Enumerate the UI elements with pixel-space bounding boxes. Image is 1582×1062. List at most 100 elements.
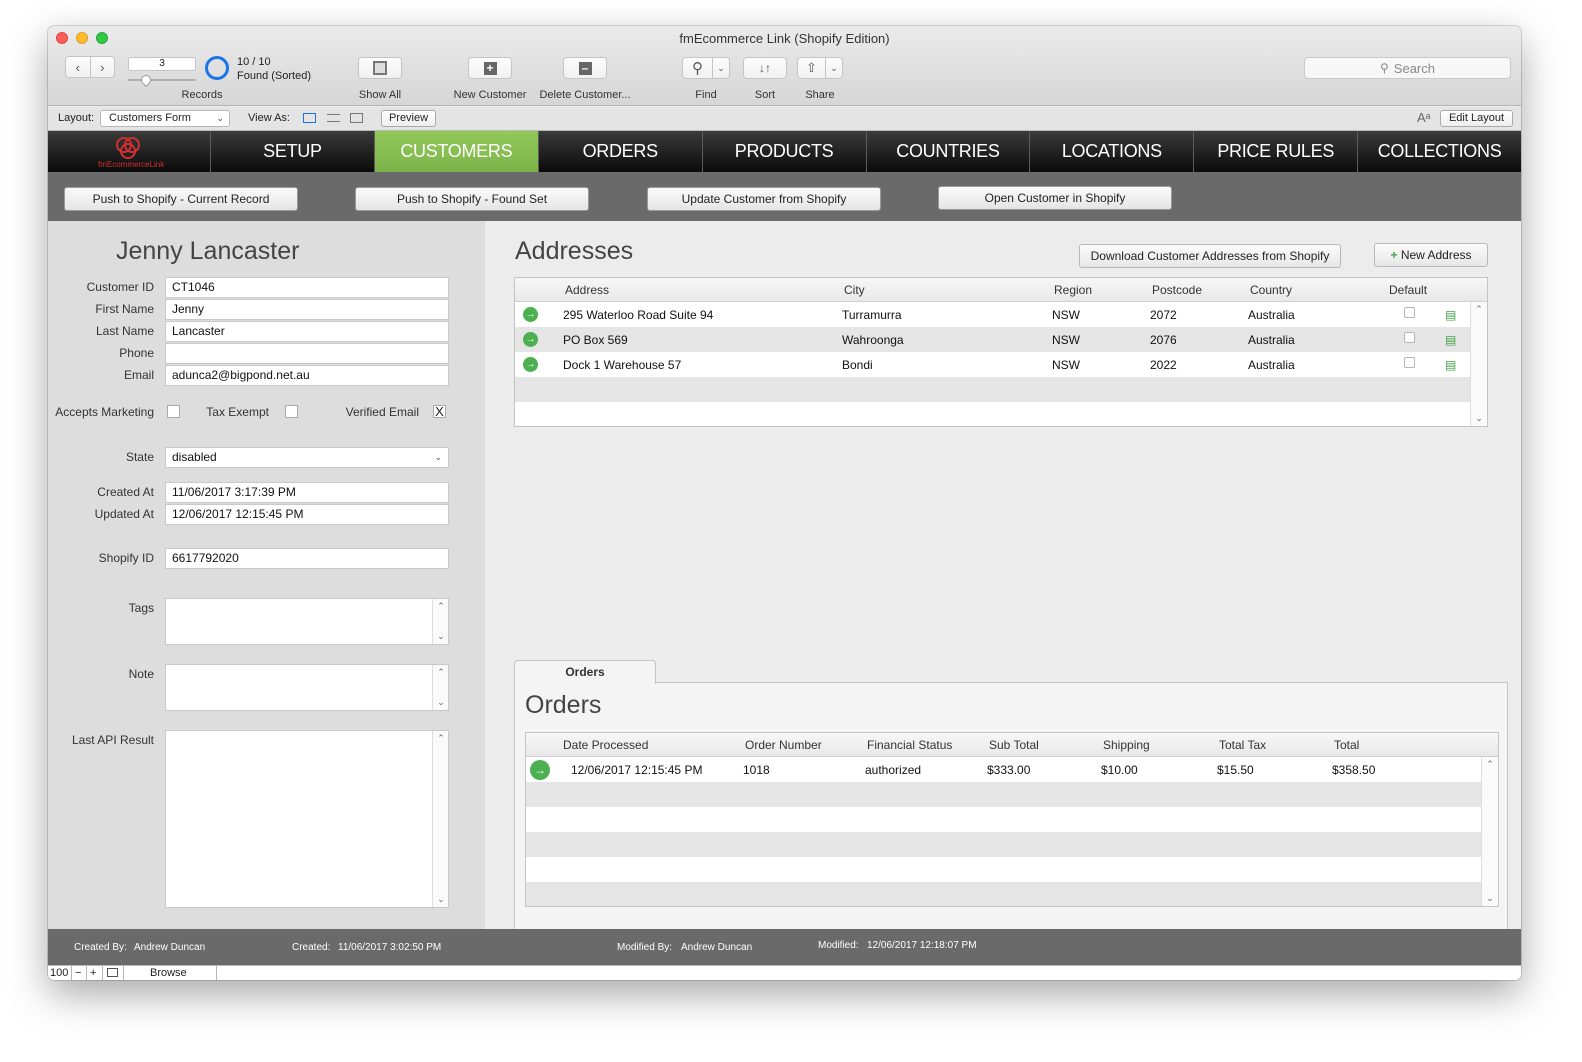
accepts-marketing-checkbox[interactable] xyxy=(167,405,180,418)
share-icon: ⇧ xyxy=(806,60,817,75)
share-menu-chevron-icon[interactable]: ⌄ xyxy=(826,63,842,74)
tab-price-rules[interactable]: PRICE RULES xyxy=(1194,131,1359,172)
tab-orders[interactable]: ORDERS xyxy=(539,131,703,172)
modified-by-value: Andrew Duncan xyxy=(681,942,753,953)
push-current-record-button[interactable]: Push to Shopify - Current Record xyxy=(64,187,298,211)
record-footer: Created By: Andrew Duncan Created: 11/06… xyxy=(48,929,1521,965)
addresses-scrollbar[interactable]: ⌃ ⌄ xyxy=(1470,302,1487,426)
table-row[interactable]: → Dock 1 Warehouse 57 Bondi NSW 2022 Aus… xyxy=(515,352,1470,377)
tab-orders-panel[interactable]: Orders xyxy=(514,660,656,684)
col-region: Region xyxy=(1054,283,1093,297)
zoom-level[interactable]: 100 xyxy=(50,967,68,979)
trash-icon[interactable]: ▤ xyxy=(1445,334,1457,347)
new-customer-label: New Customer xyxy=(453,89,527,101)
go-arrow-icon[interactable]: → xyxy=(530,760,550,780)
orders-tab-body: Orders Date Processed Order Number Finan… xyxy=(514,682,1508,935)
go-arrow-icon[interactable]: → xyxy=(523,357,538,372)
country-cell: Australia xyxy=(1248,358,1295,372)
tab-setup[interactable]: SETUP xyxy=(211,131,375,172)
city-cell: Turramurra xyxy=(842,308,902,322)
text-format-icon[interactable]: Aᵃ xyxy=(1417,110,1431,125)
trash-icon[interactable]: ▤ xyxy=(1445,309,1457,322)
col-order-number: Order Number xyxy=(745,738,822,752)
record-slider-knob[interactable] xyxy=(138,72,154,88)
zoom-out-icon[interactable]: − xyxy=(75,967,81,979)
phone-field[interactable] xyxy=(165,343,449,364)
show-all-button[interactable] xyxy=(358,57,402,79)
show-all-icon xyxy=(373,61,387,75)
table-row[interactable]: → 295 Waterloo Road Suite 94 Turramurra … xyxy=(515,302,1470,327)
default-checkbox[interactable] xyxy=(1404,307,1415,318)
tab-countries[interactable]: COUNTRIES xyxy=(867,131,1031,172)
last-api-result-field[interactable]: ⌃ ⌄ xyxy=(165,730,449,908)
edit-layout-button[interactable]: Edit Layout xyxy=(1440,110,1513,127)
open-customer-button[interactable]: Open Customer in Shopify xyxy=(938,186,1172,210)
email-field[interactable]: adunca2@bigpond.net.au xyxy=(165,365,449,386)
toggle-toolbar-icon[interactable] xyxy=(107,968,118,977)
tab-collections[interactable]: COLLECTIONS xyxy=(1358,131,1521,172)
tax-exempt-checkbox[interactable] xyxy=(285,405,298,418)
region-cell: NSW xyxy=(1052,333,1080,347)
tags-field[interactable]: ⌃ ⌄ xyxy=(165,598,449,645)
note-field[interactable]: ⌃ ⌄ xyxy=(165,664,449,711)
region-cell: NSW xyxy=(1052,308,1080,322)
customer-name-heading: Jenny Lancaster xyxy=(116,237,300,265)
verified-email-checkbox[interactable]: X xyxy=(433,405,446,418)
view-as-label: View As: xyxy=(248,112,290,124)
magnifier-icon: ⚲ xyxy=(692,60,703,77)
orders-scrollbar[interactable]: ⌃ ⌄ xyxy=(1481,757,1498,906)
last-api-result-scrollbar[interactable]: ⌃ ⌄ xyxy=(432,731,448,907)
record-slider-track[interactable] xyxy=(128,79,196,81)
tab-products[interactable]: PRODUCTS xyxy=(703,131,867,172)
shopify-id-field[interactable]: 6617792020 xyxy=(165,548,449,569)
plus-icon: + xyxy=(1390,248,1398,262)
first-name-label: First Name xyxy=(95,302,154,316)
table-row[interactable]: → PO Box 569 Wahroonga NSW 2076 Australi… xyxy=(515,327,1470,352)
find-button[interactable]: ⚲ ⌄ xyxy=(682,57,730,79)
search-input[interactable]: ⚲ Search xyxy=(1304,57,1511,79)
go-arrow-icon[interactable]: → xyxy=(523,307,538,322)
created-at-field[interactable]: 11/06/2017 3:17:39 PM xyxy=(165,482,449,503)
state-dropdown[interactable]: disabled ⌄ xyxy=(165,447,449,468)
zoom-in-icon[interactable]: + xyxy=(90,967,96,979)
default-checkbox[interactable] xyxy=(1404,357,1415,368)
action-bar: Push to Shopify - Current Record Push to… xyxy=(48,172,1521,221)
list-view-icon[interactable] xyxy=(327,114,340,122)
first-name-field[interactable]: Jenny xyxy=(165,299,449,320)
trash-icon[interactable]: ▤ xyxy=(1445,359,1457,372)
share-button[interactable]: ⇧ ⌄ xyxy=(797,57,843,79)
mode-indicator[interactable]: Browse xyxy=(150,967,187,979)
default-checkbox[interactable] xyxy=(1404,332,1415,343)
layout-popup[interactable]: Customers Form ⌄ xyxy=(100,110,230,127)
tags-scrollbar[interactable]: ⌃ ⌄ xyxy=(432,599,448,644)
table-view-icon[interactable] xyxy=(350,113,363,123)
update-customer-button[interactable]: Update Customer from Shopify xyxy=(647,187,881,211)
download-addresses-button[interactable]: Download Customer Addresses from Shopify xyxy=(1079,244,1341,268)
tab-locations[interactable]: LOCATIONS xyxy=(1030,131,1195,172)
new-address-button[interactable]: + New Address xyxy=(1374,243,1488,267)
delete-customer-button[interactable]: – xyxy=(563,57,607,79)
form-view-icon[interactable] xyxy=(303,113,316,123)
chevron-down-icon: ⌄ xyxy=(434,452,442,462)
modified-value: 12/06/2017 12:18:07 PM xyxy=(867,940,977,951)
note-scrollbar[interactable]: ⌃ ⌄ xyxy=(432,665,448,710)
next-record-icon[interactable]: › xyxy=(91,60,115,75)
orders-portal: Date Processed Order Number Financial St… xyxy=(525,732,1499,907)
updated-at-label: Updated At xyxy=(94,507,154,521)
record-number-field[interactable]: 3 xyxy=(128,57,196,71)
last-name-field[interactable]: Lancaster xyxy=(165,321,449,342)
customer-id-field[interactable]: CT1046 xyxy=(165,277,449,298)
found-set-pie-icon[interactable] xyxy=(205,56,229,80)
find-menu-chevron-icon[interactable]: ⌄ xyxy=(713,63,729,74)
previous-record-icon[interactable]: ‹ xyxy=(66,60,90,75)
tab-customers[interactable]: CUSTOMERS xyxy=(374,131,539,172)
push-found-set-button[interactable]: Push to Shopify - Found Set xyxy=(355,187,589,211)
table-row[interactable]: → 12/06/2017 12:15:45 PM 1018 authorized… xyxy=(526,757,1481,782)
go-arrow-icon[interactable]: → xyxy=(523,332,538,347)
updated-at-field[interactable]: 12/06/2017 12:15:45 PM xyxy=(165,504,449,525)
col-total-tax: Total Tax xyxy=(1219,738,1267,752)
col-total: Total xyxy=(1334,738,1360,752)
preview-button[interactable]: Preview xyxy=(381,110,436,127)
sort-button[interactable]: ↓↑ xyxy=(743,57,787,79)
new-customer-button[interactable]: + xyxy=(468,57,512,79)
